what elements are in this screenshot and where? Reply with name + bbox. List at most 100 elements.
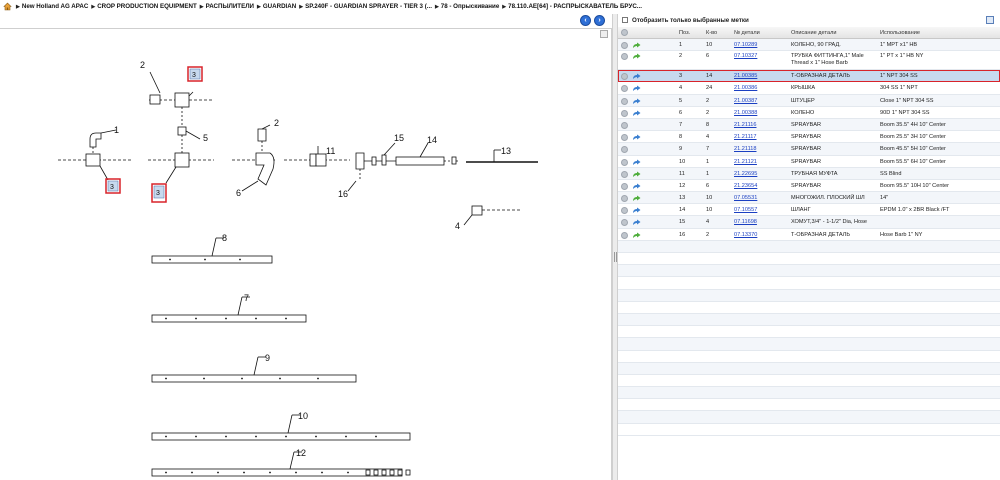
table-row[interactable]: 9 7 21.21118 SPRAYBAR Boom 45.5" 5H 10" Cent… [618,143,1000,156]
row-select-icon[interactable] [621,146,628,154]
part-number-link[interactable]: 07.10327 [734,53,757,60]
row-select-icon[interactable] [621,219,628,227]
part-number-link[interactable]: 21.23654 [734,183,757,190]
go-arrow-icon[interactable] [632,171,641,178]
part-number-link[interactable]: 21.00386 [734,85,757,92]
part-number-link[interactable]: 21.22695 [734,171,757,178]
part-number-link[interactable]: 21.21117 [734,134,757,141]
header-usage[interactable]: Использование [880,30,920,37]
breadcrumb-item[interactable]: ▶ РАСПЫЛИТЕЛИ [200,3,254,10]
callout-10[interactable]: 10 [298,411,308,421]
forward-button[interactable]: › [594,15,605,26]
breadcrumb-item[interactable]: ▶ New Holland AG APAC [16,3,88,10]
callout-13[interactable]: 13 [501,146,511,156]
splitter-grip-icon[interactable] [614,252,617,262]
table-row[interactable]: 4 24 21.00386 КРЫШКА 304 SS 1" NPT [618,82,1000,95]
go-arrow-icon[interactable] [632,110,641,117]
callout-5[interactable]: 5 [203,133,208,143]
row-select-icon[interactable] [621,42,628,49]
breadcrumb-item[interactable]: ▶ CROP PRODUCTION EQUIPMENT [91,3,196,10]
callout-6[interactable]: 6 [236,188,241,198]
go-arrow-icon[interactable] [632,85,641,92]
part-number-link[interactable]: 21.21118 [734,146,757,153]
part-number-link[interactable]: 07.13370 [734,232,757,239]
breadcrumb-item[interactable]: ▶ SP.240F - GUARDIAN SPRAYER - TIER 3 (..… [299,3,432,10]
go-arrow-icon[interactable] [632,159,641,166]
part-number-link[interactable]: 07.05531 [734,195,757,202]
row-select-icon[interactable] [621,195,628,203]
home-icon[interactable] [3,2,12,11]
callout-9[interactable]: 9 [265,353,270,363]
go-arrow-icon[interactable] [632,195,641,202]
row-select-icon[interactable] [621,85,628,93]
callout-4[interactable]: 4 [455,221,460,231]
table-row[interactable]: 7 8 21.21116 SPRAYBAR Boom 35.5" 4H 10" Cent… [618,118,1000,132]
header-part-number[interactable]: № детали [734,30,760,37]
go-arrow-icon[interactable] [632,232,641,239]
callout-11[interactable]: 11 [326,146,335,156]
row-select-icon[interactable] [621,158,628,166]
callout-8[interactable]: 8 [222,233,227,243]
table-row[interactable]: 11 1 21.22695 ТРУБНАЯ МУФТА SS Blind [618,167,1000,180]
go-arrow-icon[interactable] [632,53,641,60]
part-number-link[interactable]: 07.10557 [734,207,757,214]
row-select-icon[interactable] [621,73,628,81]
callout-2[interactable]: 2 [140,60,145,70]
row-select-icon[interactable] [621,207,628,215]
part-number-link[interactable]: 21.00387 [734,98,757,105]
breadcrumb-item[interactable]: ▶ 78 - Опрыскивание [435,3,499,10]
table-row[interactable]: 8 4 21.21117 SPRAYBAR Boom 25.5" 3H 10" Cent… [618,131,1000,144]
show-selected-only-checkbox[interactable] [622,17,628,23]
no-icon[interactable] [632,146,641,153]
callout-14[interactable]: 14 [427,135,437,145]
callout-7[interactable]: 7 [244,293,249,303]
table-row[interactable]: 6 2 21.00388 КОЛЕНО 90D 1" NPT 304 SS [618,106,1000,119]
callout-1[interactable]: 1 [114,125,119,135]
callout-3[interactable]: 3 [192,72,196,79]
table-row[interactable]: 15 4 07.11698 ХОМУТ,3/4" - 1-1/2" Dia, Hose [618,216,1000,229]
callout-15[interactable]: 15 [394,133,404,143]
row-select-icon[interactable] [621,109,628,117]
table-row[interactable]: 2 6 07.10327 ТРУБКА ФИТТИНГА,1" Male Thread… [618,51,1000,71]
row-select-icon[interactable] [621,97,628,105]
part-number-link[interactable]: 21.00388 [734,110,757,117]
callout-3[interactable]: 3 [110,184,114,191]
no-icon[interactable] [632,122,641,129]
table-row[interactable]: 13 10 07.05531 МНОГОЖИЛ. ПЛОСКИЙ ШЛ 14" [618,192,1000,205]
table-row[interactable]: 16 2 07.13370 Т-ОБРАЗНАЯ ДЕТАЛЬ Hose Barb 1"… [618,228,1000,241]
export-icon[interactable] [986,16,994,24]
row-select-icon[interactable] [621,134,628,142]
row-select-icon[interactable] [621,170,628,178]
header-pos[interactable]: Поз. [679,30,690,37]
breadcrumb-item[interactable]: ▶ 78.110.AE[64] - РАСПРЫСКАВАТЕЛЬ БРУС... [502,3,642,10]
table-row[interactable]: 10 1 21.21121 SPRAYBAR Boom 55.5" 6H 10" Cen… [618,155,1000,168]
breadcrumb-item[interactable]: ▶ GUARDIAN [257,3,296,10]
go-arrow-icon[interactable] [632,98,641,105]
table-row[interactable]: 5 2 21.00387 ШТУЦЕР Close 1" NPT 304 SS [618,94,1000,107]
callout-2[interactable]: 2 [274,118,279,128]
part-number-link[interactable]: 21.21121 [734,159,757,166]
go-arrow-icon[interactable] [632,42,641,49]
callout-3[interactable]: 3 [156,190,160,197]
row-select-icon[interactable] [621,53,628,61]
callout-12[interactable]: 12 [296,448,306,458]
row-select-icon[interactable] [621,182,628,190]
select-all-icon[interactable] [621,29,628,36]
back-button[interactable]: ‹ [580,15,591,26]
table-row[interactable]: 1 10 07.10289 КОЛЕНО, 90 ГРАД. 1" MPT x1" HB [618,39,1000,52]
callout-16[interactable]: 16 [338,189,348,199]
part-number-link[interactable]: 07.11698 [734,219,757,226]
header-qty[interactable]: К-во [706,30,717,37]
go-arrow-icon[interactable] [632,73,641,80]
go-arrow-icon[interactable] [632,183,641,190]
part-number-link[interactable]: 21.00385 [734,73,757,80]
table-row[interactable]: 3 14 21.00385 Т-ОБРАЗНАЯ ДЕТАЛЬ 1" NPT 304 S… [618,70,1000,83]
table-row[interactable]: 12 6 21.23654 SPRAYBAR Boom 95.5" 10H 10" Ce… [618,179,1000,193]
header-description[interactable]: Описание детали [791,30,836,37]
row-select-icon[interactable] [621,121,628,129]
table-row[interactable]: 14 10 07.10557 ШЛАНГ EPDM 1.0" x 2BR Black /… [618,204,1000,217]
go-arrow-icon[interactable] [632,207,641,214]
part-number-link[interactable]: 07.10289 [734,42,757,49]
go-arrow-icon[interactable] [632,134,641,141]
row-select-icon[interactable] [621,231,628,239]
